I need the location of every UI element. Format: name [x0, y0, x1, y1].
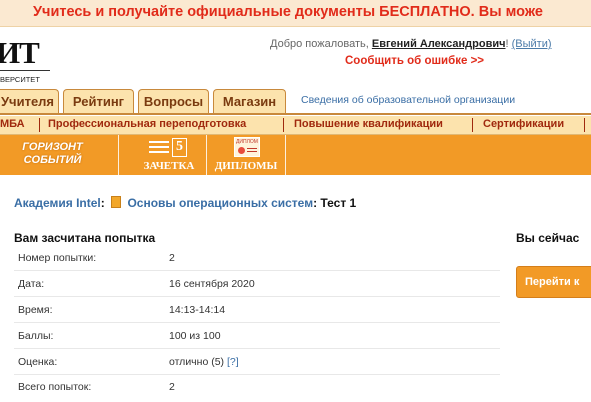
attempt-number-label: Номер попытки:: [18, 252, 97, 264]
attempt-number-value: 2: [169, 252, 175, 264]
horizon-label-line2: СОБЫТИЙ: [23, 154, 82, 166]
orange-bar-separator: [118, 135, 119, 175]
breadcrumb-test: Тест 1: [320, 196, 357, 210]
diploma-icon: ДИПЛОМ: [234, 137, 260, 157]
date-label: Дата:: [18, 278, 45, 290]
category-separator: [584, 118, 585, 132]
row-divider: [14, 322, 500, 323]
score-label: Баллы:: [18, 330, 54, 342]
promo-banner-text[interactable]: Учитесь и получайте официальные документ…: [33, 4, 543, 20]
grade-help-link[interactable]: [?]: [227, 356, 239, 368]
category-qualification[interactable]: Повышение квалификации: [294, 118, 443, 130]
breadcrumb-separator: :: [100, 196, 105, 210]
total-attempts-label: Всего попыток:: [18, 381, 92, 393]
category-separator: [472, 118, 473, 132]
tab-shop[interactable]: Магазин: [213, 89, 286, 113]
score-value: 100 из 100: [169, 330, 221, 342]
go-to-button[interactable]: Перейти к: [516, 266, 591, 298]
book-icon: [111, 196, 122, 208]
grade-label: Оценка:: [18, 356, 58, 368]
diplomas-label: ДИПЛОМЫ: [214, 160, 278, 172]
zachetka-link[interactable]: 5 ЗАЧЕТКА: [139, 135, 199, 175]
welcome-prefix: Добро пожаловать,: [270, 38, 369, 50]
date-value: 16 сентября 2020: [169, 278, 255, 290]
category-separator: [283, 118, 284, 132]
user-name-link[interactable]: Евгений Александрович: [372, 38, 506, 50]
gradebook-icon: 5: [149, 138, 187, 157]
site-logo[interactable]: ИТ: [0, 37, 40, 68]
row-divider: [14, 374, 500, 375]
report-error-link[interactable]: Сообщить об ошибке >>: [345, 55, 484, 67]
logout-link[interactable]: (Выйти): [512, 38, 552, 50]
row-divider: [14, 296, 500, 297]
zachetka-label: ЗАЧЕТКА: [143, 160, 195, 172]
diplomas-link[interactable]: ДИПЛОМ ДИПЛОМЫ: [207, 135, 285, 175]
row-divider: [14, 348, 500, 349]
tab-teachers[interactable]: Учителя: [0, 89, 59, 113]
tabs-underline: [0, 113, 591, 115]
breadcrumb-academy[interactable]: Академия Intel: [14, 196, 101, 210]
org-info-link[interactable]: Сведения об образовательной организации: [301, 94, 515, 106]
attempt-result-title: Вам засчитана попытка: [14, 231, 156, 245]
grade-value: отлично (5): [169, 356, 225, 368]
horizon-events-link[interactable]: ГОРИЗОНТ СОБЫТИЙ: [10, 135, 95, 175]
logo-divider: [0, 70, 50, 71]
breadcrumb-course[interactable]: Основы операционных систем: [127, 196, 313, 210]
horizon-label-line1: ГОРИЗОНТ: [22, 141, 83, 153]
tab-rating[interactable]: Рейтинг: [63, 89, 134, 113]
welcome-text: Добро пожаловать, Евгений Александрович!…: [270, 38, 552, 50]
right-panel-title: Вы сейчас: [516, 231, 580, 245]
welcome-suffix: !: [505, 38, 509, 50]
total-attempts-value: 2: [169, 381, 175, 393]
breadcrumb-separator: :: [313, 196, 318, 210]
row-divider: [14, 270, 500, 271]
grade-value-wrapper: отлично (5) [?]: [169, 356, 239, 368]
breadcrumb: Академия Intel: Основы операционных сист…: [14, 196, 356, 210]
category-mba[interactable]: МБА: [0, 118, 25, 130]
tab-questions[interactable]: Вопросы: [138, 89, 209, 113]
site-logo-subtitle: ВЕРСИТЕТ: [0, 75, 40, 84]
category-retraining[interactable]: Профессиональная переподготовка: [48, 118, 246, 130]
category-certifications[interactable]: Сертификации: [483, 118, 564, 130]
orange-bar-separator: [285, 135, 286, 175]
time-value: 14:13-14:14: [169, 304, 226, 316]
time-label: Время:: [18, 304, 53, 316]
category-separator: [39, 118, 40, 132]
